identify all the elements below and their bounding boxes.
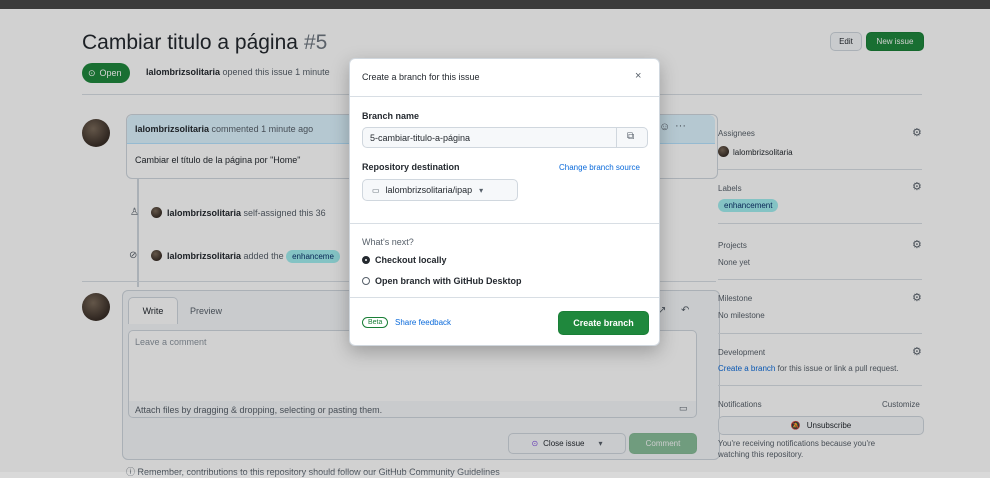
close-icon[interactable]: × (635, 70, 641, 82)
share-feedback-link[interactable]: Share feedback (395, 318, 451, 327)
dialog-divider (350, 223, 659, 224)
repo-destination-label: Repository destination (362, 162, 460, 172)
branch-name-input[interactable]: 5-cambiar-titulo-a-página ⧉ (362, 127, 648, 148)
create-branch-dialog: Create a branch for this issue × Branch … (349, 58, 660, 346)
dialog-title: Create a branch for this issue (362, 72, 480, 82)
input-divider (616, 128, 617, 147)
whats-next-label: What's next? (362, 237, 414, 247)
repo-value: lalombrizsolitaria/ipap (385, 185, 473, 195)
option-checkout-label[interactable]: Checkout locally (375, 255, 447, 265)
radio-github-desktop[interactable] (362, 277, 370, 285)
radio-checkout-locally[interactable] (362, 256, 370, 264)
repo-icon: ▭ (372, 185, 380, 195)
create-branch-button[interactable]: Create branch (558, 311, 649, 335)
option-desktop-label[interactable]: Open branch with GitHub Desktop (375, 276, 522, 286)
dialog-divider (350, 96, 659, 97)
repository-select[interactable]: ▭ lalombrizsolitaria/ipap ▾ (362, 179, 518, 201)
screen-top-bar (0, 0, 990, 9)
branch-name-value: 5-cambiar-titulo-a-página (370, 133, 471, 143)
change-branch-source-link[interactable]: Change branch source (559, 163, 640, 172)
dialog-divider (350, 297, 659, 298)
branch-name-label: Branch name (362, 111, 420, 121)
copy-icon[interactable]: ⧉ (627, 131, 634, 142)
chevron-down-icon: ▾ (479, 185, 484, 195)
beta-badge: Beta (362, 317, 389, 328)
